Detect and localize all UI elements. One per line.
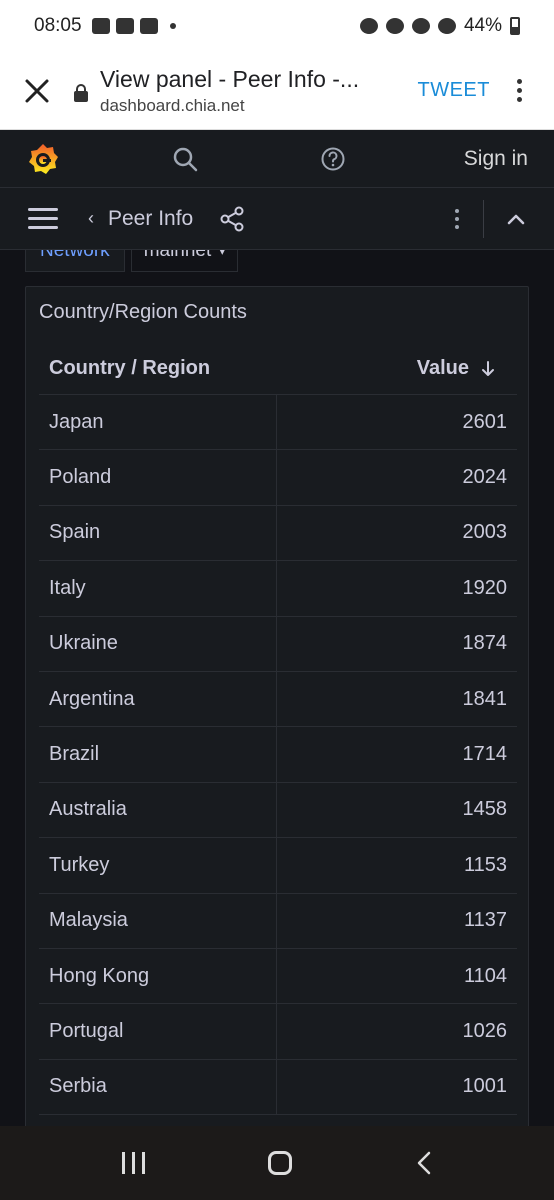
data-table: Country / Region Value Japan 2601 Poland 20… [39,343,517,1116]
notification-icons [91,18,176,34]
table-row: Argentina 1841 [39,671,517,728]
table-row: Hong Kong 1104 [39,948,517,1005]
cell-value: 2003 [462,521,508,544]
alarm-icon [359,18,378,34]
menu-dot-icon [516,79,522,84]
table-row: Spain 2003 [39,505,517,562]
cell-value: 1104 [463,964,507,987]
close-icon [25,79,49,102]
back-icon[interactable] [415,1151,433,1175]
gallery-icon [115,18,134,34]
more-options-icon[interactable] [455,208,459,229]
cell-country: Portugal [39,1004,277,1059]
country-region-panel: Country/Region Counts Country / Region V… [25,286,529,1126]
cell-country: Italy [39,561,277,616]
chevron-left-icon[interactable]: ‹ [88,208,94,229]
cell-value: 1841 [462,687,508,710]
status-time: 08:05 [34,15,82,36]
cell-value: 1874 [462,632,508,655]
lock-icon [74,83,88,102]
cell-value: 2601 [462,410,508,433]
table-row: Ukraine 1874 [39,616,517,672]
divider [483,199,484,238]
menu-dot-icon [516,97,522,102]
more-notifications-dot [169,23,176,29]
battery-icon [510,17,520,35]
cell-value: 1920 [462,576,508,599]
cell-country: Poland [39,450,277,505]
cell-country: Hong Kong [39,948,277,1004]
cell-value: 1137 [463,909,507,932]
column-header-value[interactable]: Value [417,357,517,380]
page-title: View panel - Peer Info -... [100,65,360,92]
system-icons: 44% [359,15,520,37]
variable-bar: Network mainnet ▾ [25,250,239,272]
tweet-button[interactable]: TWEET [404,79,505,102]
cell-country: Serbia [39,1059,277,1115]
cell-value: 1153 [463,853,507,876]
panel-title: Country/Region Counts [39,301,247,323]
page-info[interactable]: View panel - Peer Info -... dashboard.ch… [100,66,404,116]
help-icon[interactable] [320,146,346,172]
cell-country: Ukraine [39,616,277,671]
variable-label: Network [25,250,125,272]
table-row: Brazil 1714 [39,727,517,783]
cell-country: Malaysia [39,893,277,948]
cell-country: Australia [39,782,277,838]
grafana-logo-icon[interactable] [26,142,60,176]
table-row: Poland 2024 [39,450,517,506]
cell-country: Spain [39,505,277,561]
table-header: Country / Region Value [39,343,517,395]
close-tab-button[interactable] [0,52,74,130]
share-icon[interactable] [219,206,245,232]
cell-country: Japan [39,395,277,450]
table-row: Italy 1920 [39,561,517,617]
table-row: Japan 2601 [39,395,517,451]
dashboard-content: Network mainnet ▾ Country/Region Counts … [0,250,554,1126]
cell-country: Brazil [39,727,277,782]
signal-icon [437,18,456,34]
variable-value: mainnet [143,250,212,261]
grafana-topbar: Sign in [0,130,554,188]
hamburger-menu-icon[interactable] [28,208,58,229]
table-row: Portugal 1026 [39,1004,517,1060]
dashboard-title[interactable]: Peer Info [108,207,193,231]
home-icon[interactable] [267,1151,292,1175]
status-bar: 08:05 44% [0,0,554,52]
menu-dot-icon [516,88,522,93]
sort-descending-icon [482,360,494,376]
wifi-icon [411,18,430,34]
column-header-country[interactable]: Country / Region [39,357,417,380]
table-row: Australia 1458 [39,782,517,839]
cell-value: 2024 [462,466,508,489]
recents-icon[interactable] [121,1152,145,1174]
browser-toolbar: View panel - Peer Info -... dashboard.ch… [0,52,554,130]
variable-select[interactable]: mainnet ▾ [130,250,239,272]
table-body: Japan 2601 Poland 2024 Spain 2003 Italy 1920 Ukr… [39,395,517,1116]
column-header-value-label: Value [416,357,469,379]
cell-country: Turkey [39,838,277,893]
chevron-up-icon[interactable] [506,212,526,226]
cell-value: 1714 [462,743,508,766]
table-row: Turkey 1153 [39,838,517,894]
chevron-down-icon: ▾ [219,250,226,258]
mute-icon [385,18,404,34]
sign-in-link[interactable]: Sign in [464,147,528,171]
page-url: dashboard.chia.net [100,95,245,115]
cell-value: 1026 [462,1019,508,1042]
calendar-icon [91,18,110,34]
battery-percent: 44% [463,15,502,36]
dashboard-navbar: ‹ Peer Info [0,188,554,250]
cell-value: 1458 [462,798,508,821]
android-nav-bar [0,1126,554,1200]
table-row: Malaysia 1137 [39,893,517,949]
search-icon[interactable] [172,146,198,172]
cell-value: 1001 [462,1075,508,1098]
youtube-icon [139,18,158,34]
table-row: Serbia 1001 [39,1059,517,1116]
cell-country: Argentina [39,671,277,727]
browser-menu-button[interactable] [504,79,534,102]
